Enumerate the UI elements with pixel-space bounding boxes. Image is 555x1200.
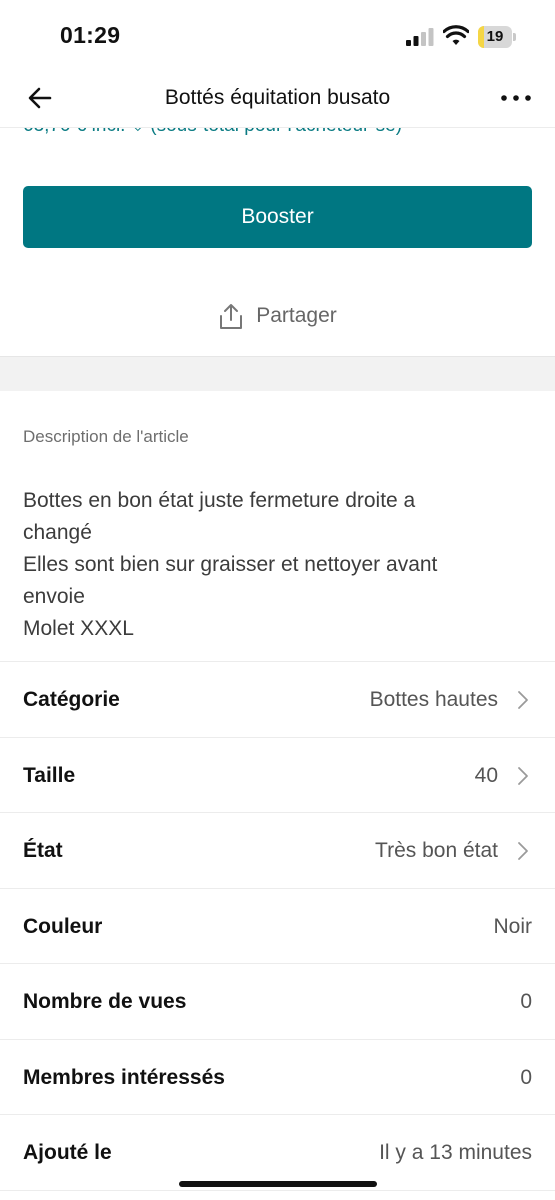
wifi-icon [443, 25, 469, 45]
attribute-row-condition[interactable]: État Très bon état [0, 813, 555, 889]
status-bar: 01:29 19 [0, 0, 555, 70]
attribute-row-size[interactable]: Taille 40 [0, 738, 555, 813]
description-line: envoie [23, 585, 85, 608]
signal-icon [406, 28, 434, 46]
nav-bar: Bottés équitation busato [0, 70, 555, 128]
share-icon [220, 304, 243, 329]
attribute-row-interested: Membres intéressés 0 [0, 1040, 555, 1115]
attribute-row-added: Ajouté le Il y a 13 minutes [0, 1115, 555, 1191]
attribute-label: Catégorie [23, 688, 120, 711]
chevron-right-icon [518, 691, 528, 709]
section-divider [0, 356, 555, 391]
description-header: Description de l'article [23, 427, 189, 446]
attribute-label: Ajouté le [23, 1141, 112, 1164]
item-attributes: Catégorie Bottes hautes Taille 40 État T… [0, 661, 555, 1191]
attribute-label: Membres intéressés [23, 1065, 225, 1089]
page-title: Bottés équitation busato [164, 86, 391, 109]
share-button[interactable]: Partager [0, 290, 555, 342]
attribute-label: État [23, 839, 63, 862]
attribute-label: Couleur [23, 914, 103, 938]
description-line: Molet XXXL [23, 617, 134, 640]
description-text: Bottes en bon état juste fermeture droit… [23, 485, 533, 645]
attribute-value: Très bon état [375, 839, 498, 862]
attribute-value: 40 [474, 763, 498, 787]
attribute-label: Nombre de vues [23, 990, 187, 1013]
attribute-value: Bottes hautes [369, 688, 498, 711]
description-line: changé [23, 521, 92, 544]
attribute-row-color: Couleur Noir [0, 889, 555, 964]
description-line: Bottes en bon état juste fermeture droit… [23, 489, 416, 512]
battery-icon: 19 [478, 26, 516, 48]
more-dots-icon[interactable] [499, 84, 533, 112]
chevron-right-icon [518, 842, 528, 860]
back-arrow-icon[interactable] [24, 82, 56, 114]
chevron-right-icon [518, 766, 528, 785]
battery-level: 19 [486, 28, 504, 45]
description-line: Elles sont bien sur graisser et nettoyer… [23, 553, 438, 576]
attribute-row-category[interactable]: Catégorie Bottes hautes [0, 662, 555, 738]
home-indicator[interactable] [179, 1181, 377, 1187]
attribute-label: Taille [23, 763, 76, 787]
attribute-value: Il y a 13 minutes [379, 1141, 532, 1164]
share-label: Partager [256, 304, 337, 327]
status-time: 01:29 [60, 22, 121, 48]
attribute-value: Noir [493, 914, 532, 938]
attribute-value: 0 [520, 990, 532, 1013]
booster-button[interactable]: Booster [23, 186, 532, 248]
attribute-row-views: Nombre de vues 0 [0, 964, 555, 1040]
attribute-value: 0 [520, 1065, 532, 1089]
